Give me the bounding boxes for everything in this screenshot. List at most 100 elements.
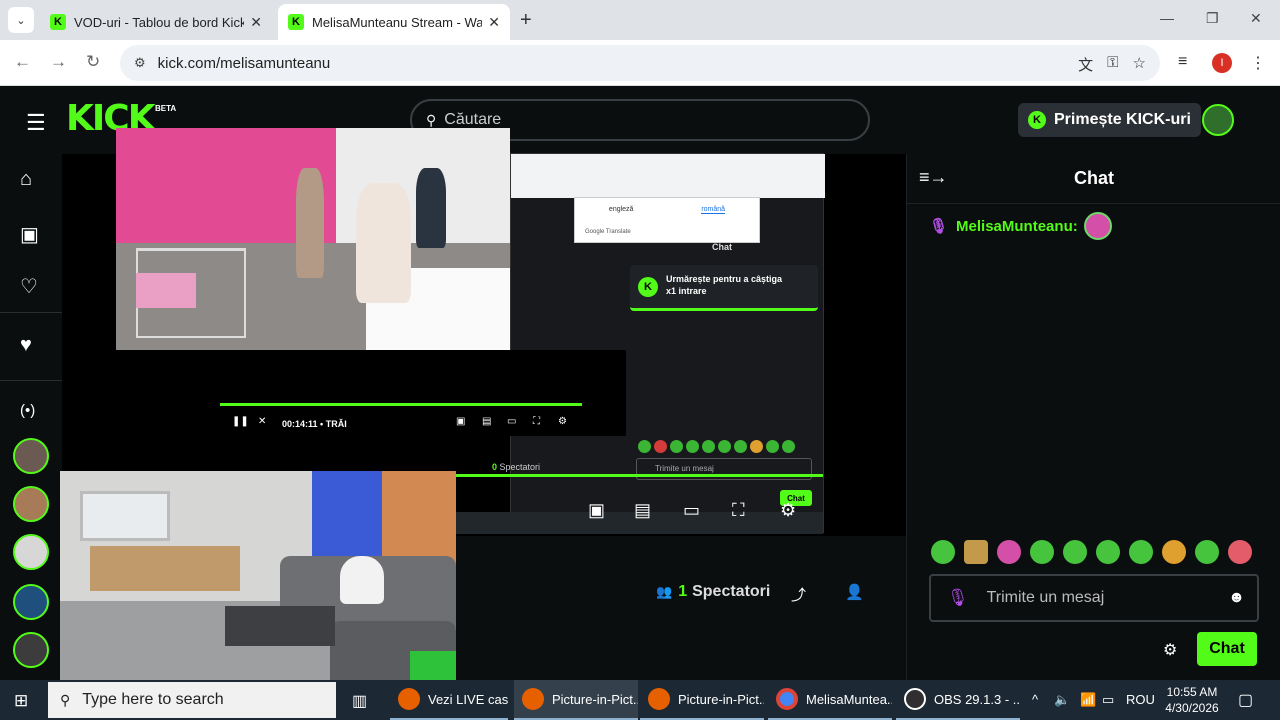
- emote-icon[interactable]: [997, 540, 1021, 564]
- site-info-icon[interactable]: ⚙: [134, 55, 146, 71]
- chat-username[interactable]: MelisaMunteanu:: [956, 218, 1078, 235]
- new-tab-icon[interactable]: +: [520, 9, 532, 32]
- screen: ⌄ K VOD-uri - Tablou de bord Kick ✕ K Me…: [0, 0, 1280, 720]
- chat-send-button[interactable]: Chat: [1197, 632, 1257, 666]
- tab-stream[interactable]: K MelisaMunteanu Stream - Watc ✕: [278, 4, 510, 40]
- minimize-icon[interactable]: —: [1160, 10, 1174, 26]
- viewer-count-value: 1: [678, 583, 688, 600]
- show-hidden-icons-icon[interactable]: ^: [1032, 692, 1038, 707]
- get-kicks-button[interactable]: K Primește KICK-uri: [1018, 103, 1201, 137]
- kick-favicon-icon: K: [288, 14, 304, 30]
- tab-search-button[interactable]: ⌄: [8, 7, 34, 33]
- nested-browser-chrome: [511, 154, 825, 198]
- search-icon: ⚲: [426, 111, 437, 128]
- count: 0: [492, 462, 498, 472]
- firefox-icon: [398, 688, 420, 710]
- emote-icon[interactable]: [1129, 540, 1153, 564]
- channel-avatar[interactable]: [13, 486, 49, 522]
- fullscreen-icon: ⛶: [533, 416, 540, 427]
- menu-dots-icon[interactable]: ⋮: [1250, 53, 1266, 73]
- wide-mode-icon[interactable]: ▭: [683, 500, 700, 521]
- home-icon[interactable]: ⌂: [20, 168, 32, 191]
- obs-icon: [904, 688, 926, 710]
- emote-icon[interactable]: [1162, 540, 1186, 564]
- sidebar-divider: [0, 312, 62, 313]
- tab-vod[interactable]: K VOD-uri - Tablou de bord Kick ✕: [40, 4, 272, 40]
- taskbar-app-label: MelisaMuntea...: [806, 691, 892, 707]
- volume-icon[interactable]: 🔈: [1054, 692, 1070, 708]
- translate-popup: engleză română Google Translate: [574, 197, 760, 243]
- translate-icon[interactable]: 文: [1078, 54, 1093, 75]
- chat-panel: ≡→ Chat 🎙 MelisaMunteanu: 🎙 Trimite un m…: [906, 154, 1280, 680]
- taskbar-app-firefox-pip[interactable]: Picture-in-Pict...: [514, 680, 638, 720]
- system-clock[interactable]: 10:55 AM 4/30/2026: [1160, 684, 1224, 716]
- close-tab-icon[interactable]: ✕: [488, 14, 500, 31]
- emote-icon[interactable]: [1063, 540, 1087, 564]
- chat-message-input[interactable]: 🎙 Trimite un mesaj ☻: [929, 574, 1259, 622]
- address-bar: ← → ↻ ⚙ kick.com/melisamunteanu 文 ⚿ ☆ ≡ …: [0, 40, 1280, 86]
- follow-text: x1 intrare: [666, 286, 707, 296]
- key-icon[interactable]: ⚿: [1107, 54, 1118, 75]
- nested-emote-row: [638, 440, 795, 453]
- taskbar-search-input[interactable]: ⚲ Type here to search: [48, 682, 336, 718]
- kick-coin-icon: K: [638, 277, 658, 297]
- channel-avatar[interactable]: [13, 534, 49, 570]
- emote-icon[interactable]: [1030, 540, 1054, 564]
- live-icon[interactable]: (•): [20, 402, 35, 419]
- chrome-icon: [776, 688, 798, 710]
- microphone-icon: 🎙: [929, 218, 949, 235]
- task-view-icon[interactable]: ▥: [352, 691, 367, 711]
- wide-icon: ▭: [507, 416, 517, 427]
- emote-icon[interactable]: [1096, 540, 1120, 564]
- nested-accent-bar: [455, 474, 823, 477]
- taskbar-app-firefox[interactable]: Vezi LIVE casa...: [390, 680, 508, 720]
- pip-icon[interactable]: ▣: [588, 500, 605, 521]
- notifications-icon[interactable]: ▢: [1238, 690, 1253, 710]
- bookmark-star-icon[interactable]: ☆: [1133, 54, 1146, 75]
- windows-start-icon[interactable]: ⊞: [14, 691, 28, 711]
- input-language[interactable]: ROU: [1126, 692, 1155, 707]
- channel-avatar[interactable]: [13, 632, 49, 668]
- emote-icon[interactable]: [1195, 540, 1219, 564]
- taskbar-app-chrome[interactable]: MelisaMuntea...: [768, 680, 892, 720]
- mute-icon: ✕: [258, 416, 267, 427]
- fullscreen-icon[interactable]: ⛶: [732, 500, 745, 521]
- taskbar-app-firefox-pip[interactable]: Picture-in-Pict...: [640, 680, 764, 720]
- channel-avatar[interactable]: [13, 584, 49, 620]
- follow-user-icon[interactable]: 👤: [845, 583, 864, 601]
- back-icon[interactable]: ←: [14, 52, 31, 72]
- emoji-picker-icon[interactable]: ☻: [1228, 589, 1245, 607]
- emote-icon[interactable]: [1228, 540, 1252, 564]
- reload-icon[interactable]: ↻: [86, 52, 100, 72]
- emote-icon[interactable]: [964, 540, 988, 564]
- browse-icon[interactable]: ▣: [20, 222, 39, 247]
- forward-icon[interactable]: →: [50, 52, 67, 72]
- profile-avatar[interactable]: I: [1212, 53, 1232, 73]
- chat-settings-icon[interactable]: ⚙: [1163, 640, 1177, 660]
- settings-icon[interactable]: ⚙: [780, 500, 796, 521]
- chat-input-placeholder: Trimite un mesaj: [986, 589, 1105, 606]
- taskbar-search-placeholder: Type here to search: [82, 691, 224, 708]
- channel-avatar[interactable]: [13, 438, 49, 474]
- live-label: • TRĂI: [320, 419, 347, 429]
- close-tab-icon[interactable]: ✕: [250, 14, 262, 31]
- url-field[interactable]: ⚙ kick.com/melisamunteanu 文 ⚿ ☆: [120, 45, 1160, 81]
- kick-favicon-icon: K: [50, 14, 66, 30]
- media-control-icon[interactable]: ≡: [1178, 53, 1187, 71]
- beta-badge: BETA: [155, 104, 177, 113]
- pip-video-window[interactable]: [60, 471, 456, 693]
- share-icon[interactable]: ⤴: [791, 584, 806, 605]
- favorites-heart-icon[interactable]: ♥: [20, 334, 32, 357]
- following-heart-icon[interactable]: ♡: [20, 274, 38, 299]
- network-icon[interactable]: 📶: [1080, 692, 1096, 708]
- theater-mode-icon[interactable]: ▤: [634, 500, 651, 521]
- battery-icon[interactable]: ▭: [1102, 692, 1114, 708]
- close-window-icon[interactable]: ✕: [1250, 10, 1262, 27]
- pip-video-window[interactable]: [116, 128, 510, 350]
- hamburger-menu-icon[interactable]: ☰: [26, 110, 46, 136]
- emote-icon[interactable]: [931, 540, 955, 564]
- user-avatar[interactable]: [1202, 104, 1234, 136]
- translate-tab: română: [701, 206, 726, 214]
- taskbar-app-obs[interactable]: OBS 29.1.3 - ...: [896, 680, 1020, 720]
- restore-icon[interactable]: ❐: [1206, 10, 1219, 27]
